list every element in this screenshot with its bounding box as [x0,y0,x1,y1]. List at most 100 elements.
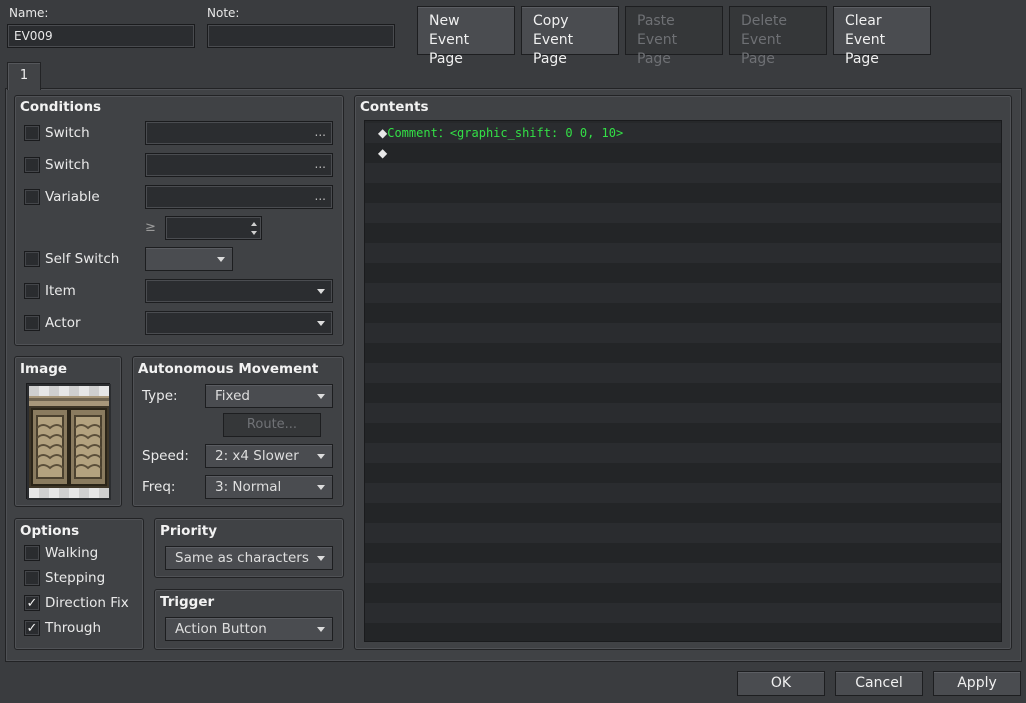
switch1-picker[interactable]: ... [145,121,333,145]
through-label: Through [45,620,101,636]
priority-dropdown[interactable]: Same as characters [165,546,333,570]
walking-label: Walking [45,545,99,561]
movement-speed-label: Speed: [142,448,189,464]
list-stripe [365,383,1001,403]
command-row[interactable]: ◆Comment：<graphic_shift: 0 0, 10> [365,123,1001,143]
movement-freq-label: Freq: [142,479,176,495]
diamond-icon: ◆ [378,146,388,160]
item-checkbox[interactable] [24,283,40,299]
list-stripe [365,603,1001,623]
chevron-down-icon [317,454,325,459]
trigger-dropdown[interactable]: Action Button [165,617,333,641]
command-name: Comment [387,126,438,140]
name-label: Name: [9,6,49,20]
self-switch-checkbox[interactable] [24,251,40,267]
switch1-label: Switch [45,125,90,141]
movement-type-dropdown[interactable]: Fixed [205,384,333,408]
copy-event-page-button[interactable]: Copy Event Page [521,6,619,67]
self-switch-dropdown[interactable] [145,247,233,271]
list-stripe [365,323,1001,343]
diamond-icon: ◆ [378,126,388,140]
list-stripe [365,463,1001,483]
list-stripe [365,443,1001,463]
note-label: Note: [207,6,240,20]
list-stripe [365,523,1001,543]
variable-picker[interactable]: ... [145,185,333,209]
checkmark-icon: ✓ [26,595,38,611]
switch2-label: Switch [45,157,90,173]
chevron-down-icon [317,394,325,399]
switch1-checkbox[interactable] [24,125,40,141]
list-stripe [365,303,1001,323]
direction-fix-checkbox[interactable]: ✓ [24,595,40,611]
priority-title: Priority [160,523,217,539]
movement-freq-dropdown[interactable]: 3: Normal [205,475,333,499]
chevron-down-icon [317,485,325,490]
item-dropdown[interactable] [145,279,333,303]
direction-fix-label: Direction Fix [45,595,129,611]
trigger-title: Trigger [160,594,215,610]
chevron-down-icon [317,556,325,561]
stepping-checkbox[interactable] [24,570,40,586]
name-input[interactable]: EV009 [7,24,195,48]
switch2-picker[interactable]: ... [145,153,333,177]
contents-title: Contents [360,99,429,115]
spinner-up-icon[interactable] [251,222,257,226]
list-stripe [365,563,1001,583]
event-graphic-preview[interactable] [26,383,111,500]
door-graphic-icon [27,384,111,500]
switch2-checkbox[interactable] [24,157,40,173]
picker-ellipsis-icon: ... [314,189,326,203]
route-button[interactable]: Route... [223,413,321,437]
self-switch-label: Self Switch [45,251,120,267]
chevron-down-icon [317,321,325,326]
paste-event-page-button[interactable]: Paste Event Page [625,6,723,67]
list-stripe [365,243,1001,263]
list-stripe [365,163,1001,183]
list-stripe [365,423,1001,443]
variable-value-spinner[interactable] [165,216,262,240]
list-stripe [365,263,1001,283]
list-stripe [365,483,1001,503]
movement-speed-dropdown[interactable]: 2: x4 Slower [205,444,333,468]
variable-checkbox[interactable] [24,189,40,205]
variable-label: Variable [45,189,100,205]
list-stripe [365,343,1001,363]
chevron-down-icon [317,627,325,632]
chevron-down-icon [217,257,225,262]
spinner-down-icon[interactable] [251,231,257,235]
actor-dropdown[interactable] [145,311,333,335]
list-stripe [365,403,1001,423]
ok-button[interactable]: OK [737,671,825,696]
cancel-button[interactable]: Cancel [835,671,923,696]
list-stripe [365,223,1001,243]
picker-ellipsis-icon: ... [314,157,326,171]
walking-checkbox[interactable] [24,545,40,561]
list-stripe [365,203,1001,223]
event-command-list[interactable]: ◆Comment：<graphic_shift: 0 0, 10> ◆ [364,120,1002,642]
conditions-title: Conditions [20,99,102,115]
picker-ellipsis-icon: ... [314,125,326,139]
tab-page-1[interactable]: 1 [7,62,41,90]
list-stripe [365,283,1001,303]
options-title: Options [20,523,80,539]
list-stripe [365,623,1001,641]
new-event-page-button[interactable]: New Event Page [417,6,515,67]
greater-equal-symbol: ≥ [145,220,156,235]
clear-event-page-button[interactable]: Clear Event Page [833,6,931,67]
list-stripe [365,503,1001,523]
command-text: <graphic_shift: 0 0, 10> [449,126,624,140]
delete-event-page-button[interactable]: Delete Event Page [729,6,827,67]
item-label: Item [45,283,76,299]
list-stripe [365,583,1001,603]
list-stripe [365,363,1001,383]
image-title: Image [20,361,68,377]
movement-type-label: Type: [142,388,178,404]
list-stripe [365,543,1001,563]
checkmark-icon: ✓ [26,620,38,636]
note-input[interactable] [207,24,395,48]
command-row-empty[interactable]: ◆ [365,143,1001,163]
through-checkbox[interactable]: ✓ [24,620,40,636]
actor-checkbox[interactable] [24,315,40,331]
apply-button[interactable]: Apply [933,671,1021,696]
